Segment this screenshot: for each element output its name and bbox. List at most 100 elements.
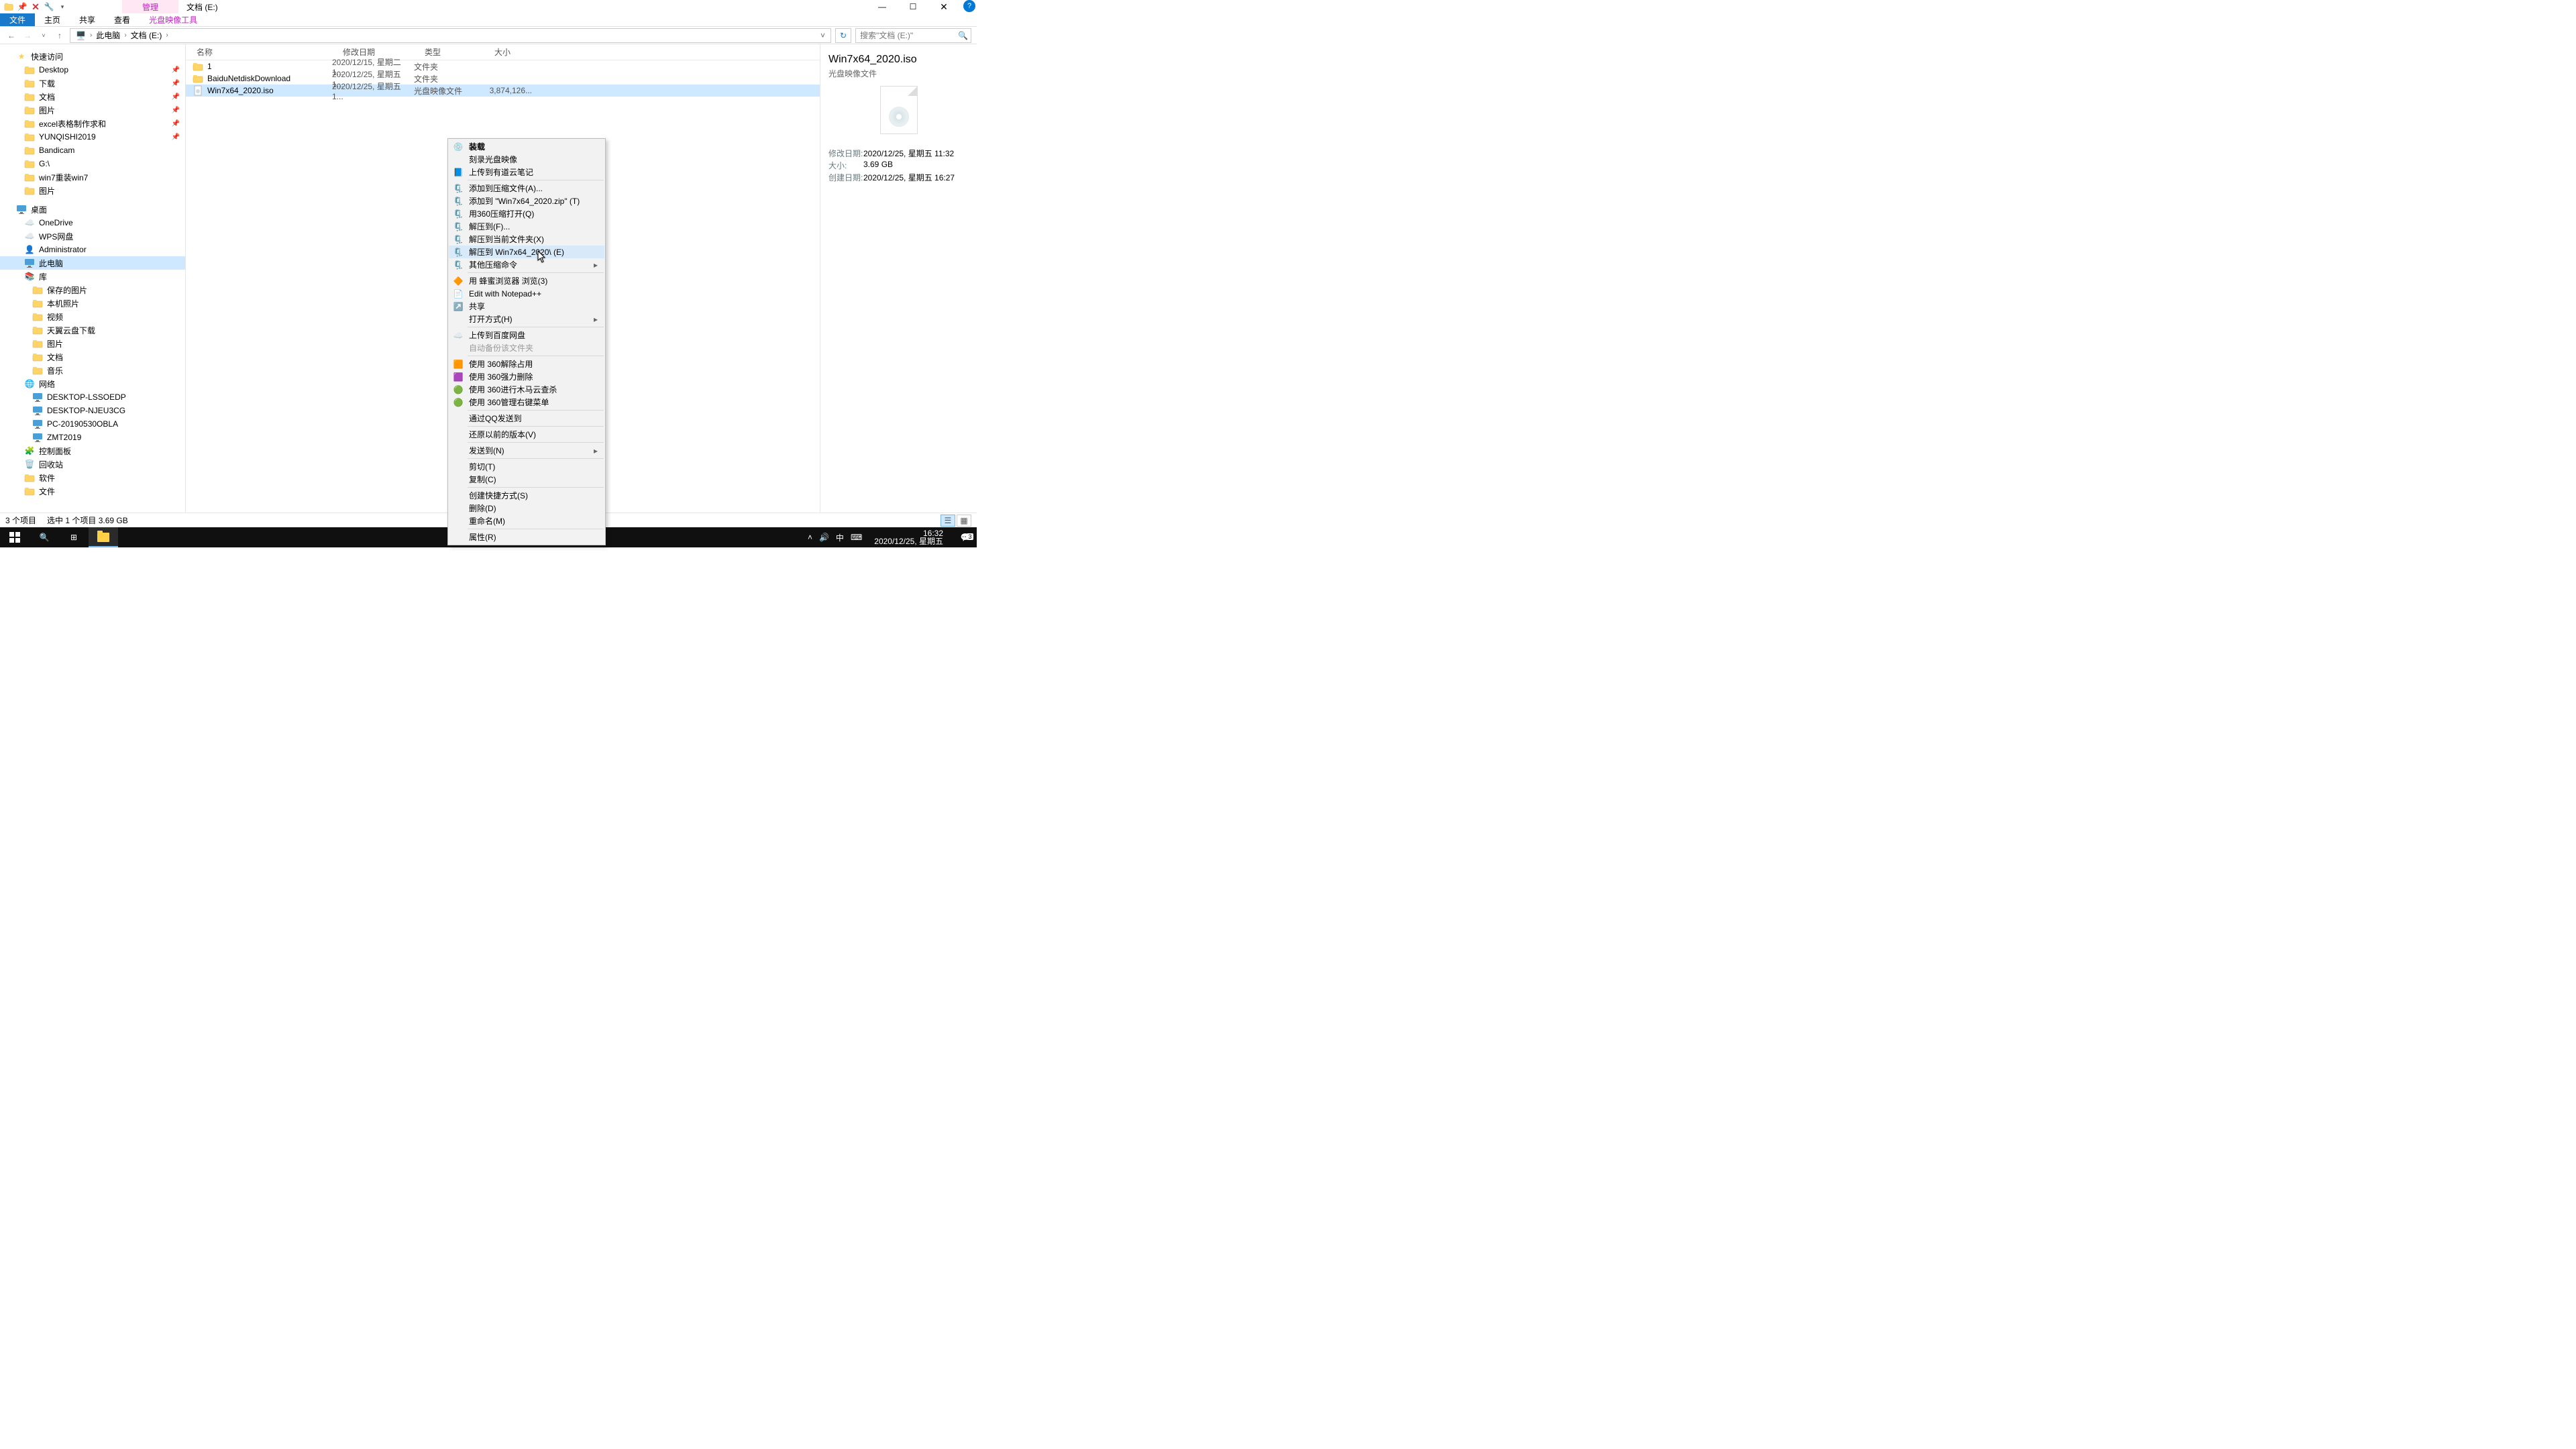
- tree-item[interactable]: ☁️WPS网盘: [0, 229, 185, 243]
- tree-item[interactable]: 本机照片: [0, 297, 185, 310]
- tree-item[interactable]: PC-20190530OBLA: [0, 417, 185, 431]
- qat-dropdown-icon[interactable]: ▾: [58, 2, 67, 11]
- menu-item[interactable]: 🟧使用 360解除占用: [449, 358, 604, 370]
- context-menu[interactable]: 💿装载刻录光盘映像📘上传到有道云笔记 🗜️添加到压缩文件(A)...🗜️添加到 "…: [447, 138, 606, 545]
- tree-item[interactable]: 🧩控制面板: [0, 444, 185, 458]
- breadcrumb-drive[interactable]: 文档 (E:): [128, 30, 165, 41]
- tree-item[interactable]: YUNQISHI2019📌: [0, 130, 185, 144]
- tab-share[interactable]: 共享: [70, 13, 105, 26]
- menu-item[interactable]: 🗜️解压到 Win7x64_2020\ (E): [449, 246, 604, 258]
- minimize-button[interactable]: —: [867, 0, 898, 13]
- tree-item[interactable]: 软件: [0, 471, 185, 484]
- tree-item[interactable]: Desktop📌: [0, 63, 185, 76]
- tab-disc-tools[interactable]: 光盘映像工具: [140, 13, 207, 26]
- tree-item[interactable]: excel表格制作求和📌: [0, 117, 185, 130]
- menu-item[interactable]: 打开方式(H)▸: [449, 313, 604, 325]
- menu-item[interactable]: 💿装载: [449, 140, 604, 153]
- tray-overflow-icon[interactable]: ˄: [808, 533, 812, 542]
- column-headers[interactable]: 名称 修改日期 类型 大小: [186, 44, 820, 60]
- history-dropdown[interactable]: ˅: [38, 30, 50, 42]
- tree-item[interactable]: 视频: [0, 310, 185, 323]
- clock[interactable]: 16:32 2020/12/25, 星期五: [869, 529, 949, 545]
- view-details-button[interactable]: ☰: [941, 515, 955, 527]
- menu-item[interactable]: 📄Edit with Notepad++: [449, 287, 604, 300]
- forward-button[interactable]: →: [21, 30, 34, 42]
- tree-item[interactable]: ★快速访问: [0, 50, 185, 63]
- delete-icon[interactable]: ✕: [31, 2, 40, 11]
- menu-item[interactable]: ↗️共享: [449, 300, 604, 313]
- tree-item[interactable]: ZMT2019: [0, 431, 185, 444]
- menu-item[interactable]: 刻录光盘映像: [449, 153, 604, 166]
- back-button[interactable]: ←: [5, 30, 17, 42]
- maximize-button[interactable]: ☐: [898, 0, 928, 13]
- ime-icon[interactable]: ⌨: [851, 533, 862, 542]
- tab-view[interactable]: 查看: [105, 13, 140, 26]
- tree-item[interactable]: DESKTOP-NJEU3CG: [0, 404, 185, 417]
- search-input[interactable]: 搜索"文档 (E:)" 🔍: [855, 28, 971, 43]
- menu-item[interactable]: 🔶用 蜂蜜浏览器 浏览(3): [449, 274, 604, 287]
- tree-item[interactable]: 图片: [0, 184, 185, 197]
- tree-item[interactable]: 文档: [0, 350, 185, 364]
- tree-item[interactable]: 图片📌: [0, 103, 185, 117]
- tree-item[interactable]: 图片: [0, 337, 185, 350]
- tree-item[interactable]: 下载📌: [0, 76, 185, 90]
- explorer-taskbar-button[interactable]: [89, 527, 118, 547]
- file-row[interactable]: Win7x64_2020.iso2020/12/25, 星期五 1...光盘映像…: [186, 85, 820, 97]
- menu-item[interactable]: 🟪使用 360强力删除: [449, 370, 604, 383]
- ime-indicator[interactable]: 中: [836, 532, 844, 543]
- menu-item[interactable]: 删除(D): [449, 502, 604, 515]
- menu-item[interactable]: 🗜️解压到当前文件夹(X): [449, 233, 604, 246]
- file-row[interactable]: 12020/12/15, 星期二 1...文件夹: [186, 60, 820, 72]
- nav-tree[interactable]: ★快速访问Desktop📌下载📌文档📌图片📌excel表格制作求和📌YUNQIS…: [0, 44, 186, 513]
- tree-item[interactable]: 此电脑: [0, 256, 185, 270]
- menu-item[interactable]: ☁️上传到百度网盘: [449, 329, 604, 341]
- menu-item[interactable]: 🗜️其他压缩命令▸: [449, 258, 604, 271]
- properties-icon[interactable]: 🔧: [44, 2, 54, 11]
- tree-item[interactable]: 🗑️回收站: [0, 458, 185, 471]
- file-row[interactable]: BaiduNetdiskDownload2020/12/25, 星期五 1...…: [186, 72, 820, 85]
- up-button[interactable]: ↑: [54, 30, 66, 42]
- tree-item[interactable]: 👤Administrator: [0, 243, 185, 256]
- pin-icon[interactable]: 📌: [17, 2, 27, 11]
- menu-item[interactable]: 🗜️添加到 "Win7x64_2020.zip" (T): [449, 195, 604, 207]
- col-size[interactable]: 大小: [484, 46, 537, 58]
- task-view-button[interactable]: ⊞: [59, 527, 89, 547]
- system-tray[interactable]: ˄ 🔊 中 ⌨ 16:32 2020/12/25, 星期五 💬3: [808, 529, 977, 545]
- menu-item[interactable]: 重命名(M): [449, 515, 604, 527]
- menu-item[interactable]: 🗜️解压到(F)...: [449, 220, 604, 233]
- menu-item[interactable]: 还原以前的版本(V): [449, 428, 604, 441]
- menu-item[interactable]: 🗜️添加到压缩文件(A)...: [449, 182, 604, 195]
- tree-item[interactable]: 天翼云盘下载: [0, 323, 185, 337]
- tab-home[interactable]: 主页: [35, 13, 70, 26]
- tree-item[interactable]: 文件: [0, 484, 185, 498]
- menu-item[interactable]: 发送到(N)▸: [449, 444, 604, 457]
- tree-item[interactable]: Bandicam: [0, 144, 185, 157]
- refresh-button[interactable]: ↻: [835, 28, 851, 43]
- start-button[interactable]: [0, 527, 30, 547]
- menu-item[interactable]: 📘上传到有道云笔记: [449, 166, 604, 178]
- col-name[interactable]: 名称: [186, 46, 332, 58]
- tree-item[interactable]: 文档📌: [0, 90, 185, 103]
- search-icon[interactable]: 🔍: [958, 31, 968, 40]
- search-button[interactable]: 🔍: [30, 527, 59, 547]
- breadcrumb-dropdown[interactable]: ˅: [818, 31, 828, 40]
- tree-item[interactable]: 🌐网络: [0, 377, 185, 390]
- action-center-button[interactable]: 💬3: [955, 533, 975, 542]
- help-button[interactable]: ?: [963, 0, 975, 12]
- menu-item[interactable]: 🟢使用 360进行木马云查杀: [449, 383, 604, 396]
- breadcrumb-pc-icon[interactable]: 🖥️: [73, 31, 89, 40]
- close-button[interactable]: ✕: [928, 0, 959, 13]
- view-large-button[interactable]: ▦: [957, 515, 971, 527]
- tree-item[interactable]: ☁️OneDrive: [0, 216, 185, 229]
- col-type[interactable]: 类型: [414, 46, 484, 58]
- tree-item[interactable]: G:\: [0, 157, 185, 170]
- tree-item[interactable]: win7重装win7: [0, 170, 185, 184]
- tree-item[interactable]: 📚库: [0, 270, 185, 283]
- menu-item[interactable]: 属性(R): [449, 531, 604, 543]
- menu-item[interactable]: 创建快捷方式(S): [449, 489, 604, 502]
- tree-item[interactable]: 桌面: [0, 203, 185, 216]
- menu-item[interactable]: 通过QQ发送到: [449, 412, 604, 425]
- tab-file[interactable]: 文件: [0, 13, 35, 26]
- tree-item[interactable]: 音乐: [0, 364, 185, 377]
- menu-item[interactable]: 🗜️用360压缩打开(Q): [449, 207, 604, 220]
